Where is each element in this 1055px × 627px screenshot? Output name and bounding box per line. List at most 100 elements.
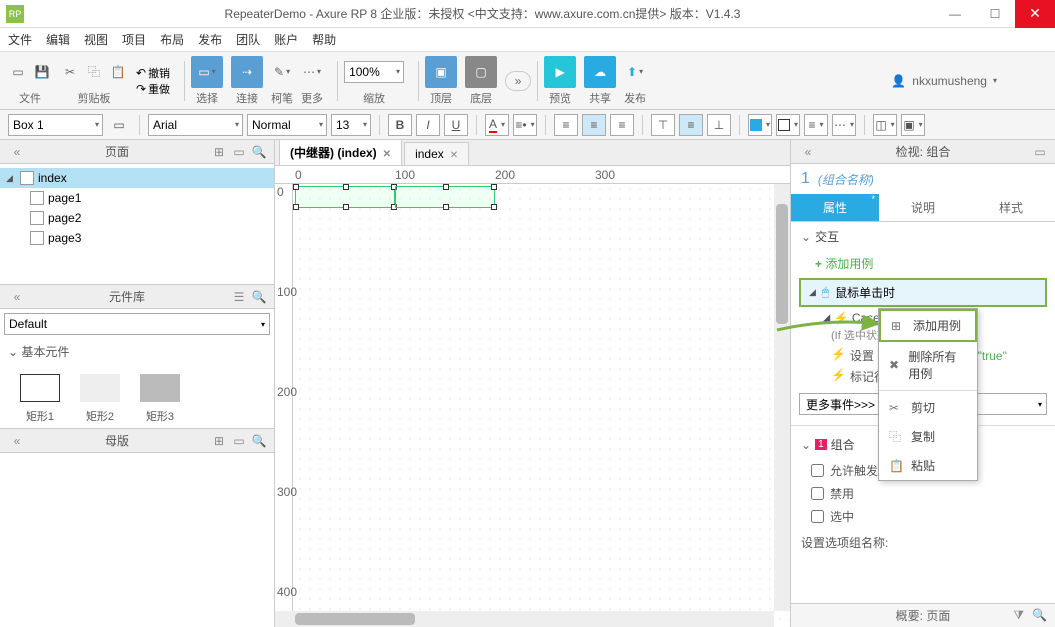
canvas-tab-index[interactable]: index✕ xyxy=(404,142,469,165)
add-page-icon[interactable]: ▭ xyxy=(230,143,248,161)
undo-icon[interactable]: ↶ xyxy=(136,66,146,80)
menu-edit[interactable]: 编辑 xyxy=(46,31,70,48)
add-case-link[interactable]: 添加用例 xyxy=(791,251,1055,276)
menu-team[interactable]: 团队 xyxy=(236,31,260,48)
bullets-button[interactable]: ≡• xyxy=(513,114,537,136)
library-select[interactable]: Default xyxy=(4,313,270,335)
cb-selected[interactable]: 选中 xyxy=(791,505,1055,528)
collapse-icon[interactable]: « xyxy=(8,143,26,161)
inner-shadow-button[interactable]: ▣ xyxy=(901,114,925,136)
line-width-button[interactable]: ≡ xyxy=(804,114,828,136)
align-right-button[interactable]: ≡ xyxy=(610,114,634,136)
canvas-scrollbar-h[interactable] xyxy=(275,611,774,627)
filter-icon[interactable]: ⧩ xyxy=(1013,608,1024,623)
shape-type-combo[interactable]: Box 1 xyxy=(8,114,103,136)
masters-search-icon[interactable]: 🔍 xyxy=(250,432,268,450)
shape-rect2[interactable]: 矩形2 xyxy=(80,374,120,424)
group-name-label[interactable]: (组合名称) xyxy=(818,171,874,188)
inspector-note-icon[interactable]: ▭ xyxy=(1031,143,1049,161)
search-icon[interactable]: 🔍 xyxy=(250,143,268,161)
cb-disabled[interactable]: 禁用 xyxy=(791,482,1055,505)
valign-middle-button[interactable]: ≡ xyxy=(679,114,703,136)
text-color-button[interactable]: A xyxy=(485,114,509,136)
tab-notes[interactable]: 说明 xyxy=(879,194,967,221)
outer-shadow-button[interactable]: ◫ xyxy=(873,114,897,136)
menu-view[interactable]: 视图 xyxy=(84,31,108,48)
send-back-button[interactable]: ▢ xyxy=(465,56,497,88)
canvas-scrollbar-v[interactable] xyxy=(774,184,790,611)
preview-button[interactable]: ▶ xyxy=(544,56,576,88)
tab-close-icon[interactable]: ✕ xyxy=(450,150,458,161)
add-folder-icon[interactable]: ⊞ xyxy=(210,143,228,161)
menu-help[interactable]: 帮助 xyxy=(312,31,336,48)
menu-account[interactable]: 账户 xyxy=(274,31,298,48)
user-menu[interactable]: 👤 nkxumusheng ▾ xyxy=(891,74,1047,88)
font-combo[interactable]: Arial xyxy=(148,114,243,136)
event-onclick[interactable]: ◢ 🖱 鼠标单击时 xyxy=(799,278,1047,307)
tab-close-icon[interactable]: ✕ xyxy=(383,149,391,160)
line-style-button[interactable]: ⋯ xyxy=(832,114,856,136)
selected-cell-2[interactable] xyxy=(395,186,495,208)
paste-icon[interactable]: 📋 xyxy=(108,62,128,82)
zoom-combo[interactable]: 100% xyxy=(344,61,404,83)
new-file-icon[interactable]: ▭ xyxy=(8,62,28,82)
ctx-paste[interactable]: 📋粘贴 xyxy=(879,451,977,480)
fill-color-button[interactable] xyxy=(748,114,772,136)
menu-arrange[interactable]: 布局 xyxy=(160,31,184,48)
shape-rect3[interactable]: 矩形3 xyxy=(140,374,180,424)
select-tool-button[interactable]: ▭ xyxy=(191,56,223,88)
underline-button[interactable]: U xyxy=(444,114,468,136)
align-left-button[interactable]: ≡ xyxy=(554,114,578,136)
page-page1[interactable]: page1 xyxy=(0,188,274,208)
page-page3[interactable]: page3 xyxy=(0,228,274,248)
align-center-button[interactable]: ≡ xyxy=(582,114,606,136)
page-page2[interactable]: page2 xyxy=(0,208,274,228)
share-button[interactable]: ☁ xyxy=(584,56,616,88)
minimize-button[interactable]: — xyxy=(935,0,975,28)
ctx-copy[interactable]: ⿻复制 xyxy=(879,422,977,451)
tab-style[interactable]: 样式 xyxy=(967,194,1055,221)
valign-top-button[interactable]: ⊤ xyxy=(651,114,675,136)
masters-add-icon[interactable]: ▭ xyxy=(230,432,248,450)
bold-button[interactable]: B xyxy=(388,114,412,136)
valign-bottom-button[interactable]: ⊥ xyxy=(707,114,731,136)
shape-options-icon[interactable]: ▭ xyxy=(107,114,131,136)
lib-collapse-icon[interactable]: « xyxy=(8,288,26,306)
shape-rect1[interactable]: 矩形1 xyxy=(20,374,60,424)
page-index[interactable]: ◢index xyxy=(0,168,274,188)
inspector-back-icon[interactable]: « xyxy=(799,143,817,161)
save-icon[interactable]: 💾 xyxy=(32,62,52,82)
maximize-button[interactable]: ☐ xyxy=(975,0,1015,28)
copy-icon[interactable]: ⿻ xyxy=(84,62,104,82)
outline-search-icon[interactable]: 🔍 xyxy=(1032,608,1047,623)
canvas-tab-repeater[interactable]: (中继器) (index)✕ xyxy=(279,139,402,165)
interactions-section[interactable]: 交互 xyxy=(791,222,1055,251)
ctx-cut[interactable]: ✂剪切 xyxy=(879,393,977,422)
close-button[interactable]: ✕ xyxy=(1015,0,1055,28)
selected-cell-1[interactable] xyxy=(295,186,395,208)
pen-tool-button[interactable]: ✎ xyxy=(272,62,292,82)
more-tools-button[interactable]: ⋯ xyxy=(302,62,322,82)
ctx-delete-all[interactable]: ✖删除所有用例 xyxy=(879,342,977,388)
ctx-add-case[interactable]: ⊞添加用例 xyxy=(879,309,977,342)
canvas[interactable]: 0 100 200 300 400 xyxy=(275,184,790,627)
menu-file[interactable]: 文件 xyxy=(8,31,32,48)
menu-project[interactable]: 项目 xyxy=(122,31,146,48)
bring-front-button[interactable]: ▣ xyxy=(425,56,457,88)
line-color-button[interactable] xyxy=(776,114,800,136)
connect-tool-button[interactable]: ⇢ xyxy=(231,56,263,88)
lib-search-icon[interactable]: 🔍 xyxy=(250,288,268,306)
font-size-combo[interactable]: 13 xyxy=(331,114,371,136)
lib-section-basic[interactable]: 基本元件 xyxy=(0,339,274,364)
overflow-button[interactable]: » xyxy=(505,71,531,91)
cut-icon[interactable]: ✂ xyxy=(60,62,80,82)
italic-button[interactable]: I xyxy=(416,114,440,136)
masters-add-folder-icon[interactable]: ⊞ xyxy=(210,432,228,450)
redo-icon[interactable]: ↷ xyxy=(136,82,146,96)
masters-collapse-icon[interactable]: « xyxy=(8,432,26,450)
tab-properties[interactable]: 属性* xyxy=(791,194,879,221)
menu-publish[interactable]: 发布 xyxy=(198,31,222,48)
lib-menu-icon[interactable]: ☰ xyxy=(230,288,248,306)
font-weight-combo[interactable]: Normal xyxy=(247,114,327,136)
publish-button[interactable]: ⬆ xyxy=(625,62,645,82)
